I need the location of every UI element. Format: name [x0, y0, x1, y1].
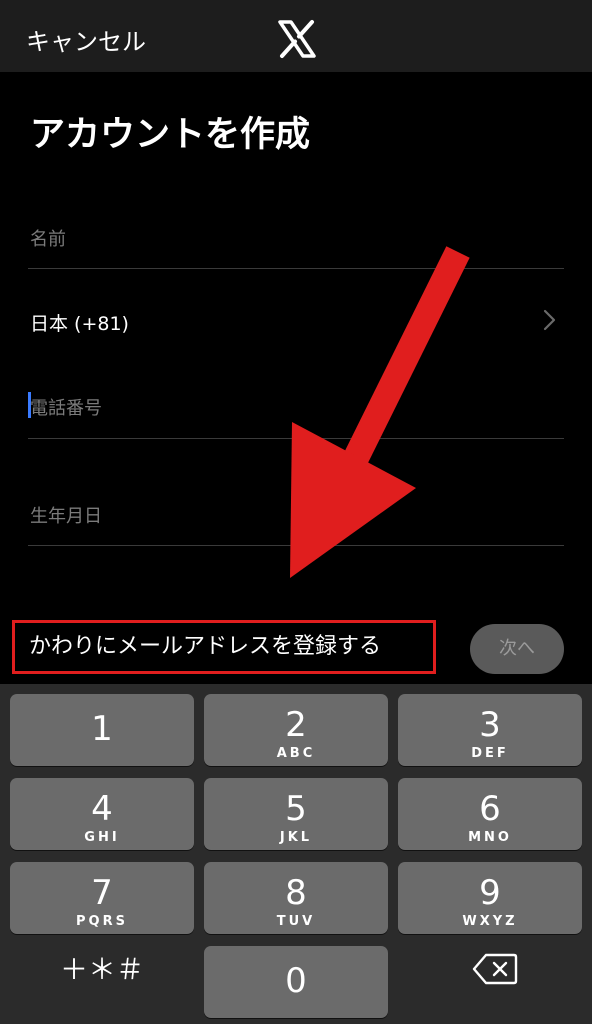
x-logo-icon [278, 20, 316, 58]
backspace-icon[interactable] [472, 952, 518, 986]
phone-input[interactable]: 電話番号 [30, 394, 102, 420]
key-letters: TUV [276, 914, 316, 929]
symbols-key[interactable]: ＋＊＃ [60, 948, 144, 988]
numeric-keypad: 1 2 ABC 3 DEF 4 GHI 5 JKL 6 MNO 7 PQRS 8… [0, 684, 592, 1024]
phone-input-underline [28, 438, 564, 439]
key-number: 5 [285, 789, 307, 829]
key-number: 0 [285, 961, 307, 1001]
chevron-right-icon [543, 309, 556, 331]
key-letters: JKL [279, 830, 313, 845]
country-code-selector[interactable]: 日本 (+81) [30, 309, 129, 336]
key-9[interactable]: 9 WXYZ [398, 862, 582, 934]
birthday-input[interactable]: 生年月日 [30, 502, 102, 528]
use-email-instead-link[interactable]: かわりにメールアドレスを登録する [12, 620, 436, 674]
key-letters: WXYZ [462, 914, 518, 929]
birthday-input-underline [28, 545, 564, 546]
next-button[interactable]: 次へ [470, 624, 564, 674]
key-number: 7 [91, 873, 113, 913]
page-title: アカウントを作成 [30, 115, 311, 155]
key-letters: PQRS [76, 914, 128, 929]
key-number: 6 [479, 789, 501, 829]
cancel-button[interactable]: キャンセル [26, 22, 146, 57]
key-letters: ABC [276, 746, 316, 761]
key-number: 4 [91, 789, 113, 829]
key-number: 1 [91, 709, 113, 749]
name-input-underline [28, 268, 564, 269]
key-letters: MNO [468, 830, 512, 845]
key-1[interactable]: 1 [10, 694, 194, 766]
key-number: 3 [479, 705, 501, 745]
key-number: 2 [285, 705, 307, 745]
key-4[interactable]: 4 GHI [10, 778, 194, 850]
key-7[interactable]: 7 PQRS [10, 862, 194, 934]
key-5[interactable]: 5 JKL [204, 778, 388, 850]
key-number: 8 [285, 873, 307, 913]
key-letters: DEF [471, 746, 509, 761]
key-3[interactable]: 3 DEF [398, 694, 582, 766]
name-input[interactable]: 名前 [30, 225, 66, 251]
key-6[interactable]: 6 MNO [398, 778, 582, 850]
key-letters: GHI [84, 830, 120, 845]
navigation-bar: キャンセル [0, 0, 592, 72]
key-2[interactable]: 2 ABC [204, 694, 388, 766]
key-0[interactable]: 0 [204, 946, 388, 1018]
key-number: 9 [479, 873, 501, 913]
key-8[interactable]: 8 TUV [204, 862, 388, 934]
